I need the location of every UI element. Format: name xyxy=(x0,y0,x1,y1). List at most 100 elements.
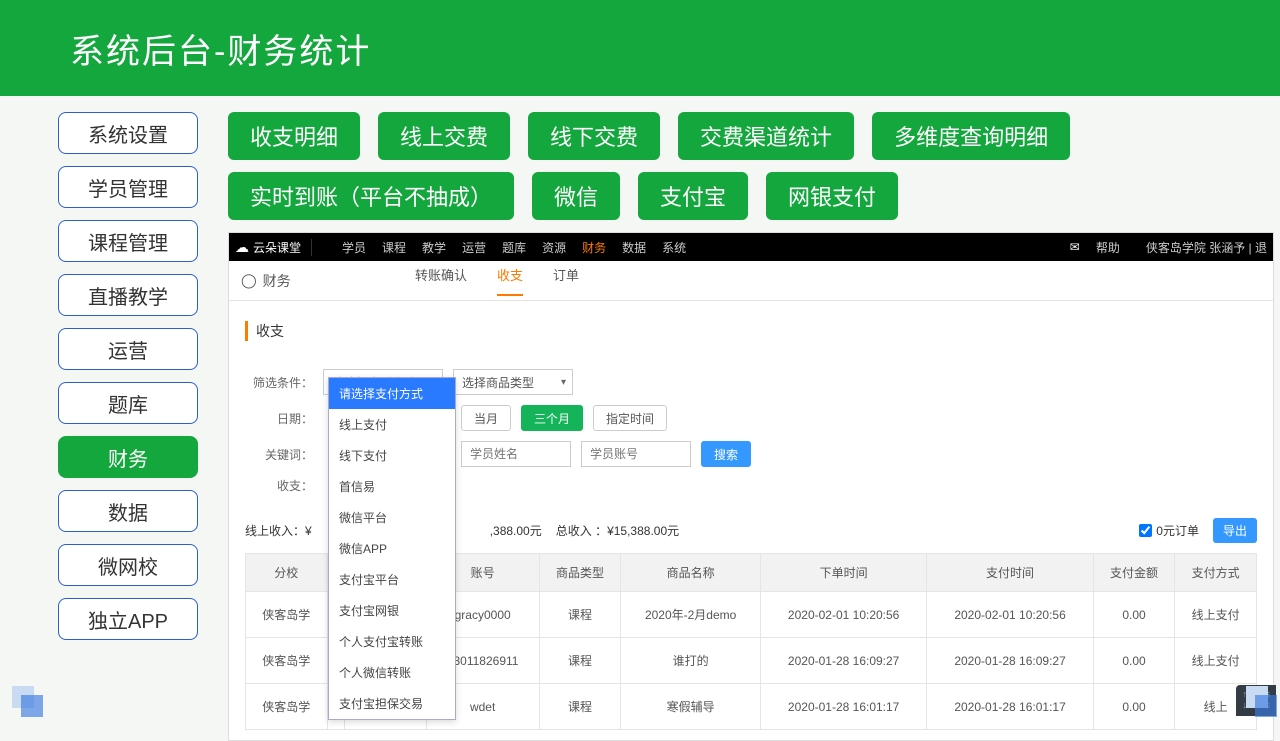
pill-线下交费[interactable]: 线下交费 xyxy=(528,112,660,160)
sub-section: 财务 xyxy=(263,271,291,291)
th: 商品类型 xyxy=(539,554,621,592)
side-nav: 系统设置学员管理课程管理直播教学运营题库财务数据微网校独立APP xyxy=(58,112,198,741)
topmenu-资源[interactable]: 资源 xyxy=(542,239,566,256)
pill-交费渠道统计[interactable]: 交费渠道统计 xyxy=(678,112,854,160)
th: 下单时间 xyxy=(760,554,926,592)
td: 课程 xyxy=(539,684,621,730)
subtab-收支[interactable]: 收支 xyxy=(497,265,523,296)
topmenu-数据[interactable]: 数据 xyxy=(622,239,646,256)
topmenu-财务[interactable]: 财务 xyxy=(582,239,606,256)
topmenu-系统[interactable]: 系统 xyxy=(662,239,686,256)
pill-微信[interactable]: 微信 xyxy=(532,172,620,220)
sidenav-item-3[interactable]: 直播教学 xyxy=(58,274,198,316)
dropdown-opt-3[interactable]: 首信易 xyxy=(329,471,455,502)
th: 支付方式 xyxy=(1175,554,1257,592)
td: 线上支付 xyxy=(1175,638,1257,684)
btn-month[interactable]: 当月 xyxy=(461,405,511,431)
dropdown-opt-10[interactable]: 支付宝担保交易 xyxy=(329,688,455,719)
td: 侠客岛学 xyxy=(246,592,328,638)
dropdown-opt-8[interactable]: 个人支付宝转账 xyxy=(329,626,455,657)
td: 2020-02-01 10:20:56 xyxy=(760,592,926,638)
input-student-name[interactable] xyxy=(461,441,571,467)
dropdown-opt-0[interactable]: 请选择支付方式 xyxy=(329,378,455,409)
btn-search[interactable]: 搜索 xyxy=(701,441,751,467)
sidenav-item-0[interactable]: 系统设置 xyxy=(58,112,198,154)
pill-网银支付[interactable]: 网银支付 xyxy=(766,172,898,220)
brand-logo: ☁ 云朵课堂 xyxy=(235,239,312,256)
dropdown-opt-5[interactable]: 微信APP xyxy=(329,533,455,564)
td: 2020-01-28 16:01:17 xyxy=(760,684,926,730)
topmenu-教学[interactable]: 教学 xyxy=(422,239,446,256)
dropdown-opt-9[interactable]: 个人微信转账 xyxy=(329,657,455,688)
topmenu-课程[interactable]: 课程 xyxy=(382,239,406,256)
td: 0.00 xyxy=(1093,592,1175,638)
input-student-account[interactable] xyxy=(581,441,691,467)
pill-row-1: 收支明细线上交费线下交费交费渠道统计多维度查询明细 xyxy=(228,112,1280,160)
pill-多维度查询明细[interactable]: 多维度查询明细 xyxy=(872,112,1070,160)
page-header: 系统后台-财务统计 xyxy=(0,0,1280,96)
sidenav-item-4[interactable]: 运营 xyxy=(58,328,198,370)
sidenav-item-6[interactable]: 财务 xyxy=(58,436,198,478)
section-title: 收支 xyxy=(245,321,1257,341)
sidenav-item-7[interactable]: 数据 xyxy=(58,490,198,532)
user-info[interactable]: 侠客岛学院 张涵予 | 退 xyxy=(1146,239,1267,256)
td: 2020-01-28 16:01:17 xyxy=(927,684,1093,730)
page-title: 系统后台-财务统计 xyxy=(70,24,371,73)
btn-export[interactable]: 导出 xyxy=(1213,518,1257,543)
dropdown-opt-4[interactable]: 微信平台 xyxy=(329,502,455,533)
top-menu: 学员课程教学运营题库资源财务数据系统 xyxy=(312,239,686,256)
select-product-type[interactable]: 选择商品类型 xyxy=(453,369,573,395)
cloud-icon: ☁ xyxy=(235,239,249,256)
topmenu-学员[interactable]: 学员 xyxy=(342,239,366,256)
th: 商品名称 xyxy=(621,554,761,592)
summary-online-label: 线上收入：¥ xyxy=(245,522,312,539)
pill-实时到账（平台不抽成）[interactable]: 实时到账（平台不抽成） xyxy=(228,172,514,220)
label-cond: 筛选条件： xyxy=(245,374,313,391)
summary-total: 总收入 ：¥15,388.00元 xyxy=(556,522,679,539)
topmenu-运营[interactable]: 运营 xyxy=(462,239,486,256)
td: 课程 xyxy=(539,592,621,638)
payment-dropdown[interactable]: 请选择支付方式线上支付线下支付首信易微信平台微信APP支付宝平台支付宝网银个人支… xyxy=(328,377,456,720)
sidenav-item-2[interactable]: 课程管理 xyxy=(58,220,198,262)
help-link[interactable]: 帮助 xyxy=(1096,239,1120,256)
dropdown-opt-7[interactable]: 支付宝网银 xyxy=(329,595,455,626)
td: 2020-02-01 10:20:56 xyxy=(927,592,1093,638)
td: 2020年-2月demo xyxy=(621,592,761,638)
sidenav-item-9[interactable]: 独立APP xyxy=(58,598,198,640)
label-sz: 收支： xyxy=(245,477,313,494)
sidenav-item-5[interactable]: 题库 xyxy=(58,382,198,424)
mail-icon[interactable]: ✉ xyxy=(1070,240,1080,254)
td: 侠客岛学 xyxy=(246,638,328,684)
subtab-转账确认[interactable]: 转账确认 xyxy=(415,265,467,296)
td: 谁打的 xyxy=(621,638,761,684)
pill-线上交费[interactable]: 线上交费 xyxy=(378,112,510,160)
app-screenshot: ☁ 云朵课堂 学员课程教学运营题库资源财务数据系统 ✉ 帮助 侠客岛学院 张涵予… xyxy=(228,232,1274,741)
deco-corner-br xyxy=(1246,686,1276,716)
chk-zero-order[interactable]: 0元订单 xyxy=(1139,522,1199,539)
dropdown-opt-2[interactable]: 线下支付 xyxy=(329,440,455,471)
shot-subbar: ◯ 财务 转账确认收支订单 xyxy=(229,261,1273,301)
btn-custom-date[interactable]: 指定时间 xyxy=(593,405,667,431)
td: 0.00 xyxy=(1093,684,1175,730)
sub-tabs: 转账确认收支订单 xyxy=(409,265,579,296)
sidenav-item-8[interactable]: 微网校 xyxy=(58,544,198,586)
topmenu-题库[interactable]: 题库 xyxy=(502,239,526,256)
pill-支付宝[interactable]: 支付宝 xyxy=(638,172,748,220)
subtab-订单[interactable]: 订单 xyxy=(553,265,579,296)
td: 侠客岛学 xyxy=(246,684,328,730)
th: 支付金额 xyxy=(1093,554,1175,592)
sidenav-item-1[interactable]: 学员管理 xyxy=(58,166,198,208)
dropdown-opt-1[interactable]: 线上支付 xyxy=(329,409,455,440)
btn-3month[interactable]: 三个月 xyxy=(521,405,583,431)
label-kw: 关键词： xyxy=(245,446,313,463)
th: 分校 xyxy=(246,554,328,592)
td: 2020-01-28 16:09:27 xyxy=(927,638,1093,684)
pill-收支明细[interactable]: 收支明细 xyxy=(228,112,360,160)
td: 0.00 xyxy=(1093,638,1175,684)
shot-body: 收支 筛选条件： 请选择支付方式 选择商品类型 日期： 当月 三个月 指定时间 … xyxy=(229,301,1273,740)
pill-row-2: 实时到账（平台不抽成） 微信支付宝网银支付 xyxy=(228,172,1280,220)
chk-zero-order-box[interactable] xyxy=(1139,524,1152,537)
brand-name: 云朵课堂 xyxy=(253,239,301,256)
label-date: 日期： xyxy=(245,410,313,427)
dropdown-opt-6[interactable]: 支付宝平台 xyxy=(329,564,455,595)
